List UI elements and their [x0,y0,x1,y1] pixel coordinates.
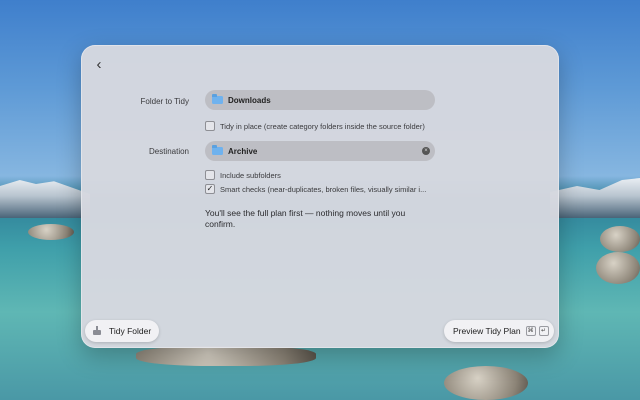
tidy-in-place-option[interactable]: Tidy in place (create category folders i… [205,121,425,131]
tidy-dialog: ‹ Folder to Tidy Downloads Tidy in place… [81,45,559,348]
tidy-in-place-checkbox[interactable] [205,121,215,131]
rock [596,252,640,284]
destination-label: Destination [148,147,189,156]
enter-key-icon: ↵ [538,326,549,336]
tidy-folder-label: Tidy Folder [109,326,152,336]
smart-checks-option[interactable]: ✓ Smart checks (near-duplicates, broken … [205,184,426,194]
rock [28,224,74,240]
rock [600,226,640,252]
destination-field[interactable]: Archive × [205,141,435,161]
folder-to-tidy-field[interactable]: Downloads [205,90,435,110]
broom-icon [93,326,101,335]
folder-icon [212,94,223,104]
smart-checks-checkbox[interactable]: ✓ [205,184,215,194]
rock [136,346,316,366]
tidy-in-place-label: Tidy in place (create category folders i… [220,121,425,131]
mountain-right [550,178,640,218]
tidy-folder-button[interactable]: Tidy Folder [85,320,159,342]
smart-checks-label: Smart checks (near-duplicates, broken fi… [220,184,427,194]
folder-icon [212,145,223,155]
command-key-icon: ⌘ [525,326,536,336]
folder-to-tidy-label: Folder to Tidy [140,97,189,106]
preview-tidy-plan-button[interactable]: Preview Tidy Plan ⌘ ↵ [444,320,554,342]
include-subfolders-option[interactable]: Include subfolders [205,170,281,180]
clear-icon[interactable]: × [422,147,430,155]
include-subfolders-checkbox[interactable] [205,170,215,180]
include-subfolders-label: Include subfolders [220,170,281,180]
folder-to-tidy-value: Downloads [228,95,271,105]
back-button[interactable]: ‹ [91,57,107,73]
rock [444,366,528,400]
preview-tidy-plan-label: Preview Tidy Plan [453,326,521,336]
confirm-note: You'll see the full plan first — nothing… [205,208,406,229]
mountain-left [0,180,90,218]
destination-value: Archive [228,146,258,156]
